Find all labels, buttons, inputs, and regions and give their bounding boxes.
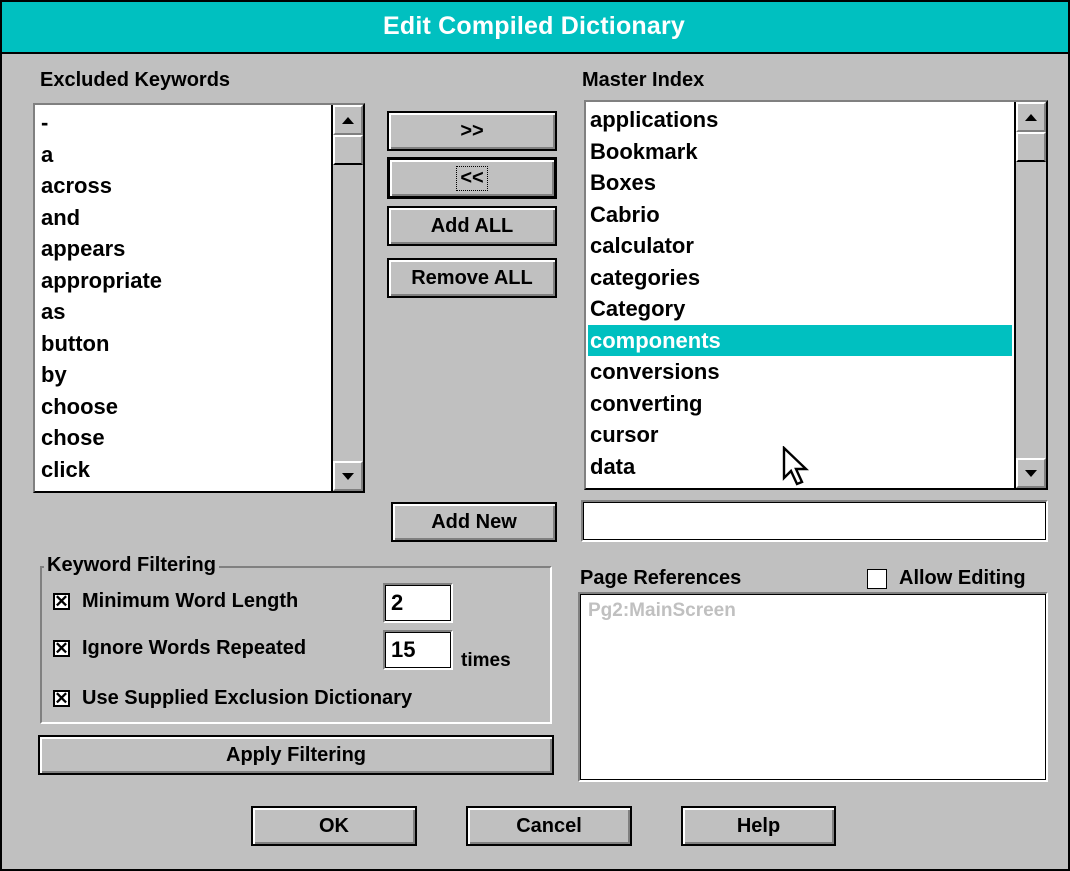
master-index-list-item[interactable]: categories (588, 262, 1012, 294)
excluded-scrollbar[interactable] (331, 105, 363, 491)
add-new-button[interactable]: Add New (391, 502, 557, 542)
master-index-list-item[interactable]: Boxes (588, 167, 1012, 199)
master-scrollbar[interactable] (1014, 102, 1046, 488)
excluded-keywords-label: Excluded Keywords (40, 69, 231, 91)
excluded-keyword-list-item[interactable]: a (39, 139, 327, 171)
excluded-keyword-list-item[interactable]: appropriate (39, 265, 327, 297)
add-all-label: Add ALL (430, 214, 514, 237)
excluded-keyword-list-item[interactable]: by (39, 359, 327, 391)
master-index-list[interactable]: applications Bookmark Boxes Cabrio calculato… (584, 100, 1048, 490)
remove-from-index-label: << (456, 165, 488, 191)
page-references-list[interactable]: Pg2:MainScreen (578, 592, 1048, 782)
keyword-filtering-label: Keyword Filtering (44, 554, 219, 577)
ok-label: OK (319, 814, 349, 837)
excluded-keyword-list-item[interactable]: as (39, 296, 327, 328)
minimum-word-length-option[interactable]: ✕ Minimum Word Length (53, 590, 298, 613)
add-to-index-label: >> (460, 119, 484, 142)
excluded-keywords-list[interactable]: - a across and appears appropriate as button by c… (33, 103, 365, 493)
master-index-list-item[interactable]: Bookmark (588, 136, 1012, 168)
master-index-list-item[interactable]: calculator (588, 230, 1012, 262)
master-index-list-item[interactable]: Cabrio (588, 199, 1012, 231)
excluded-keyword-list-item[interactable]: and (39, 202, 327, 234)
new-entry-input[interactable] (581, 500, 1048, 542)
scroll-up-arrow-icon[interactable] (1016, 102, 1046, 132)
master-index-label: Master Index (582, 69, 705, 91)
minimum-word-length-label: Minimum Word Length (82, 590, 299, 612)
add-all-button[interactable]: Add ALL (387, 206, 557, 246)
ignore-words-repeated-input[interactable] (383, 630, 453, 670)
ignore-words-repeated-label: Ignore Words Repeated (82, 637, 307, 659)
remove-all-label: Remove ALL (411, 266, 533, 289)
ignore-words-repeated-option[interactable]: ✕ Ignore Words Repeated (53, 637, 306, 660)
remove-from-index-button[interactable]: << (387, 157, 557, 199)
ignore-words-repeated-checkbox[interactable]: ✕ (53, 640, 70, 657)
scroll-down-arrow-icon[interactable] (333, 461, 363, 491)
scroll-down-arrow-icon[interactable] (1016, 458, 1046, 488)
master-index-list-item[interactable]: conversions (588, 356, 1012, 388)
master-index-list-item[interactable]: converting (588, 388, 1012, 420)
cancel-label: Cancel (516, 814, 582, 837)
excluded-keywords-items: - a across and appears appropriate as button by c… (39, 107, 327, 485)
ok-button[interactable]: OK (251, 806, 417, 846)
times-label: times (461, 650, 511, 671)
dialog-title: Edit Compiled Dictionary (382, 11, 686, 40)
excluded-keyword-list-item[interactable]: chose (39, 422, 327, 454)
master-index-list-item[interactable]: Category (588, 293, 1012, 325)
master-index-list-item[interactable]: applications (588, 104, 1012, 136)
apply-filtering-button[interactable]: Apply Filtering (38, 735, 554, 775)
minimum-word-length-checkbox[interactable]: ✕ (53, 593, 70, 610)
remove-all-button[interactable]: Remove ALL (387, 258, 557, 298)
master-index-list-item[interactable]: components (588, 324, 1012, 356)
excluded-keyword-list-item[interactable]: appears (39, 233, 327, 265)
scroll-thumb[interactable] (1016, 132, 1046, 162)
help-button[interactable]: Help (681, 806, 836, 846)
scroll-up-arrow-icon[interactable] (333, 105, 363, 135)
minimum-word-length-input[interactable] (383, 583, 453, 623)
excluded-keyword-list-item[interactable]: button (39, 328, 327, 360)
page-reference-item: Pg2:MainScreen (588, 600, 736, 621)
allow-editing-label: Allow Editing (899, 567, 1026, 589)
add-to-index-button[interactable]: >> (387, 111, 557, 151)
excluded-keyword-list-item[interactable]: across (39, 170, 327, 202)
master-index-items: applications Bookmark Boxes Cabrio calculato… (588, 104, 1012, 482)
add-new-label: Add New (431, 510, 517, 533)
dialog-title-bar[interactable]: Edit Compiled Dictionary (0, 0, 1068, 54)
page-references-label: Page References (580, 567, 742, 589)
help-label: Help (736, 814, 781, 837)
allow-editing-checkbox[interactable] (867, 568, 887, 589)
cancel-button[interactable]: Cancel (466, 806, 632, 846)
scroll-thumb[interactable] (333, 135, 363, 165)
use-exclusion-dictionary-label: Use Supplied Exclusion Dictionary (82, 687, 413, 709)
allow-editing-option[interactable]: Allow Editing (867, 567, 1026, 590)
excluded-keyword-list-item[interactable]: choose (39, 391, 327, 423)
excluded-keyword-list-item[interactable]: click (39, 454, 327, 486)
apply-filtering-label: Apply Filtering (226, 743, 366, 766)
use-exclusion-dictionary-checkbox[interactable]: ✕ (53, 690, 70, 707)
mouse-pointer-icon (782, 446, 809, 486)
excluded-keyword-list-item[interactable]: - (39, 107, 327, 139)
use-exclusion-dictionary-option[interactable]: ✕ Use Supplied Exclusion Dictionary (53, 687, 412, 710)
